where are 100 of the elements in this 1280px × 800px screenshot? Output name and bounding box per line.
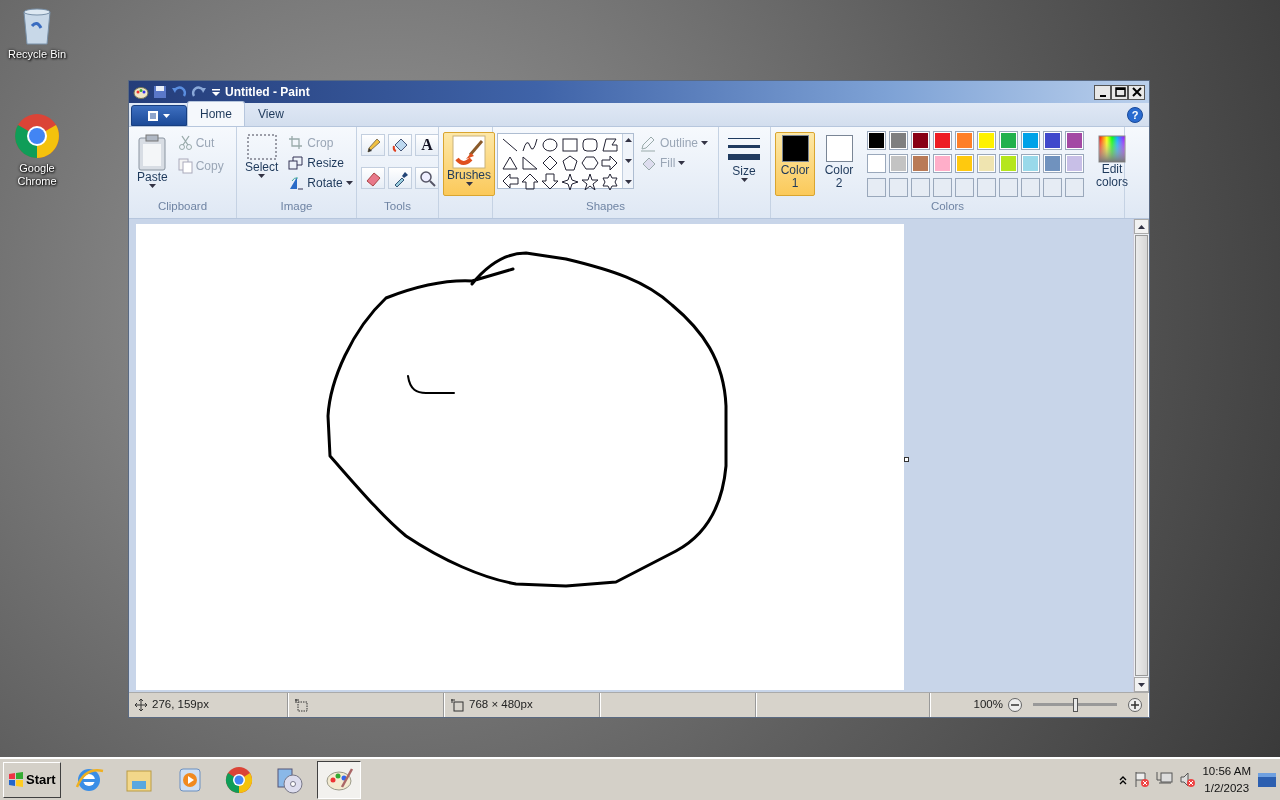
dropdown-icon[interactable] xyxy=(211,87,221,97)
scroll-up-icon[interactable] xyxy=(624,138,632,142)
color-swatch-button[interactable] xyxy=(1043,154,1062,174)
chevron-up-icon[interactable] xyxy=(1119,774,1128,785)
color-slot-button[interactable]: Color 2 xyxy=(819,132,859,196)
scroll-up-icon[interactable] xyxy=(1138,224,1145,229)
paste-button[interactable]: Paste xyxy=(133,130,172,198)
line-icon[interactable] xyxy=(501,136,519,154)
color-swatch-button[interactable] xyxy=(889,154,908,174)
color-slot-button[interactable]: Color 1 xyxy=(775,132,815,196)
minimize-button[interactable] xyxy=(1094,84,1111,100)
triangle-icon[interactable] xyxy=(501,154,519,172)
zoom-in-button[interactable] xyxy=(1128,698,1142,712)
group-label: Shapes xyxy=(585,198,626,214)
scroll-thumb[interactable] xyxy=(1135,235,1148,676)
close-button[interactable] xyxy=(1128,84,1145,100)
fill-bucket-tool[interactable] xyxy=(388,134,412,156)
redo-icon[interactable] xyxy=(191,85,207,99)
down-arrow-icon[interactable] xyxy=(541,172,559,190)
app-menu-button[interactable] xyxy=(131,105,187,126)
size-button[interactable]: Size xyxy=(723,132,765,218)
color-swatch-button[interactable] xyxy=(933,154,952,174)
color-swatch-button[interactable] xyxy=(1043,131,1062,150)
left-arrow-icon[interactable] xyxy=(501,172,519,190)
desktop-icon-label[interactable]: Recycle Bin xyxy=(7,48,67,61)
hexagon-icon[interactable] xyxy=(581,154,599,172)
empty-color-slot xyxy=(867,177,886,197)
color-swatch-button[interactable] xyxy=(867,154,886,174)
ribbon-tab[interactable]: Home xyxy=(187,101,245,126)
show-desktop-icon[interactable] xyxy=(1257,770,1277,789)
color-swatch-button[interactable] xyxy=(955,131,974,150)
color-swatch-button[interactable] xyxy=(999,131,1018,150)
cursor-position: 276, 159px xyxy=(152,697,209,713)
start-button[interactable]: Start xyxy=(3,761,61,798)
five-point-star-icon[interactable] xyxy=(581,172,599,190)
color-swatch-button[interactable] xyxy=(977,131,996,150)
color-swatch-button[interactable] xyxy=(889,131,908,150)
brushes-button[interactable]: Brushes xyxy=(443,132,496,196)
copy-icon xyxy=(177,158,193,174)
color-swatch-button[interactable] xyxy=(911,154,930,174)
color-swatch-button[interactable] xyxy=(867,131,886,150)
ribbon-tab[interactable]: View xyxy=(245,101,297,126)
color-swatch-button[interactable] xyxy=(999,154,1018,174)
pencil-tool[interactable] xyxy=(361,134,385,156)
save-icon[interactable] xyxy=(153,85,167,99)
color-swatch-button[interactable] xyxy=(1065,131,1084,150)
palette-icon[interactable] xyxy=(133,84,149,100)
edit-colors-button[interactable]: Edit colors xyxy=(1088,132,1136,198)
vertical-scrollbar[interactable] xyxy=(1133,219,1149,692)
color-swatch-button[interactable] xyxy=(911,131,930,150)
color-swatch-button[interactable] xyxy=(955,154,974,174)
caret-icon xyxy=(465,182,473,187)
help-button[interactable]: ? xyxy=(1127,106,1143,123)
select-button[interactable]: Select xyxy=(241,130,283,198)
document-menu-icon xyxy=(146,109,172,122)
rounded-rectangle-icon[interactable] xyxy=(581,136,599,154)
color-swatch-button[interactable] xyxy=(933,131,952,150)
clock[interactable]: 10:56 AM 1/2/2023 xyxy=(1202,763,1251,796)
window-title: Untitled - Paint xyxy=(225,84,310,101)
scroll-down-icon[interactable] xyxy=(624,159,632,163)
polygon-icon[interactable] xyxy=(601,136,619,154)
right-arrow-icon[interactable] xyxy=(601,154,619,172)
taskbar-app-button[interactable] xyxy=(316,760,361,799)
curve-icon[interactable] xyxy=(521,136,539,154)
diamond-icon[interactable] xyxy=(541,154,559,172)
color-picker-tool[interactable] xyxy=(388,167,412,190)
desktop-icon-label[interactable]: Google Chrome xyxy=(7,162,67,188)
caret-icon xyxy=(258,174,266,179)
oval-icon[interactable] xyxy=(541,136,559,154)
speaker-muted-icon[interactable] xyxy=(1179,771,1197,788)
magnifier-icon xyxy=(418,169,436,187)
color-swatch-button[interactable] xyxy=(1021,131,1040,150)
color-swatch-button[interactable] xyxy=(1021,154,1040,174)
six-point-star-icon[interactable] xyxy=(601,172,619,190)
color-swatch-button[interactable] xyxy=(1065,154,1084,174)
empty-color-slot xyxy=(955,177,974,197)
flag-warning-icon[interactable] xyxy=(1133,771,1151,788)
text-tool[interactable]: A xyxy=(415,134,439,156)
scroll-down-icon[interactable] xyxy=(1138,682,1145,687)
resize-handle[interactable] xyxy=(904,457,909,462)
four-point-star-icon[interactable] xyxy=(561,172,579,190)
maximize-button[interactable] xyxy=(1111,84,1128,100)
empty-color-slot xyxy=(1021,177,1040,197)
pentagon-icon[interactable] xyxy=(561,154,579,172)
zoom-out-button[interactable] xyxy=(1008,698,1022,712)
empty-color-slot xyxy=(1065,177,1084,197)
caret-icon xyxy=(678,161,686,165)
eraser-tool[interactable] xyxy=(361,167,385,190)
rotate-button[interactable]: Rotate xyxy=(286,173,355,193)
color-swatch-button[interactable] xyxy=(977,154,996,174)
caret-icon xyxy=(740,178,748,183)
crop-icon xyxy=(288,135,305,151)
right-triangle-icon[interactable] xyxy=(521,154,539,172)
pencil-icon xyxy=(364,136,382,154)
up-arrow-icon[interactable] xyxy=(521,172,539,190)
zoom-percentage: 100% xyxy=(973,697,1003,713)
zoom-slider-thumb[interactable] xyxy=(1073,698,1078,712)
magnifier-tool[interactable] xyxy=(415,167,439,190)
expand-gallery-icon[interactable] xyxy=(624,180,632,184)
resize-button[interactable]: Resize xyxy=(286,153,355,173)
